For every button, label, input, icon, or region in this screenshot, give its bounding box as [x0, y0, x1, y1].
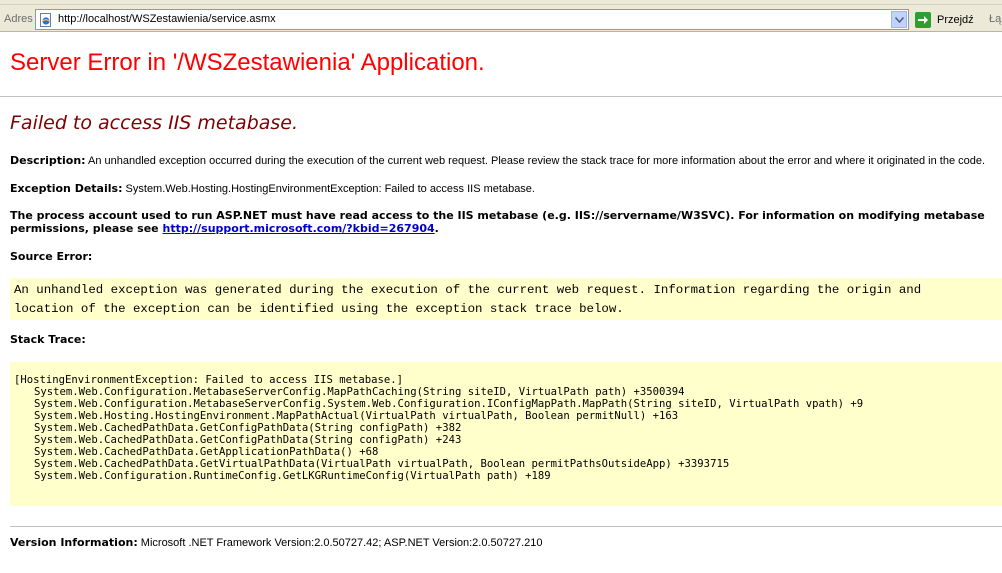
divider — [0, 96, 1002, 97]
divider — [10, 526, 1002, 527]
stack-line: System.Web.Configuration.MetabaseServerC… — [34, 386, 685, 398]
exception-label: Exception Details: — [10, 182, 123, 195]
go-label: Przejdź — [937, 14, 974, 26]
page-title: Server Error in '/WSZestawienia' Applica… — [10, 49, 485, 76]
stack-line: System.Web.Configuration.RuntimeConfig.G… — [34, 470, 551, 482]
error-page: Server Error in '/WSZestawienia' Applica… — [0, 32, 1002, 573]
exception-row: Exception Details: System.Web.Hosting.Ho… — [10, 182, 535, 195]
address-label: Adres — [4, 13, 33, 25]
address-bar: Adres http://localhost/WSZestawienia/ser… — [0, 0, 1002, 32]
description-text: An unhandled exception occurred during t… — [88, 155, 986, 167]
go-button[interactable]: Przejdź — [915, 10, 977, 30]
description-label: Description: — [10, 154, 86, 167]
version-label: Version Information: — [10, 536, 138, 549]
address-input[interactable]: http://localhost/WSZestawienia/service.a… — [35, 9, 909, 30]
source-error-line: location of the exception can be identif… — [14, 302, 624, 316]
stack-header: [HostingEnvironmentException: Failed to … — [14, 374, 404, 386]
ie-page-icon — [39, 13, 53, 27]
process-end: . — [434, 222, 439, 235]
source-error-label: Source Error: — [10, 250, 93, 263]
description-row: Description: An unhandled exception occu… — [10, 154, 985, 167]
stack-line: System.Web.Configuration.MetabaseServerC… — [34, 398, 864, 410]
chevron-down-icon[interactable] — [891, 11, 907, 28]
toolbar-strip — [0, 0, 1002, 5]
stack-trace-row: Stack Trace: — [10, 333, 86, 346]
version-text: Microsoft .NET Framework Version:2.0.507… — [140, 537, 543, 549]
stack-line: System.Web.CachedPathData.GetVirtualPath… — [34, 458, 730, 470]
address-url: http://localhost/WSZestawienia/service.a… — [58, 13, 276, 25]
stack-trace-label: Stack Trace: — [10, 333, 86, 346]
process-text: The process account used to run ASP.NET … — [10, 209, 985, 235]
source-error-box: An unhandled exception was generated dur… — [10, 278, 1002, 320]
stack-trace-box: [HostingEnvironmentException: Failed to … — [10, 362, 1002, 506]
kb-link[interactable]: http://support.microsoft.com/?kbid=26790… — [162, 222, 434, 235]
stack-line: System.Web.CachedPathData.GetConfigPathD… — [34, 422, 462, 434]
green-arrow-icon — [915, 12, 931, 28]
metabase-permissions-note: The process account used to run ASP.NET … — [10, 209, 995, 235]
stack-line: System.Web.CachedPathData.GetApplication… — [34, 446, 379, 458]
error-heading: Failed to access IIS metabase. — [10, 112, 299, 134]
stack-line: System.Web.Hosting.HostingEnvironment.Ma… — [34, 410, 679, 422]
source-error-line: An unhandled exception was generated dur… — [14, 283, 922, 297]
exception-text: System.Web.Hosting.HostingEnvironmentExc… — [125, 183, 535, 195]
stack-line: System.Web.CachedPathData.GetConfigPathD… — [34, 434, 462, 446]
links-label[interactable]: Łą — [989, 13, 1001, 25]
source-error-row: Source Error: — [10, 250, 92, 263]
version-row: Version Information: Microsoft .NET Fram… — [10, 536, 543, 549]
